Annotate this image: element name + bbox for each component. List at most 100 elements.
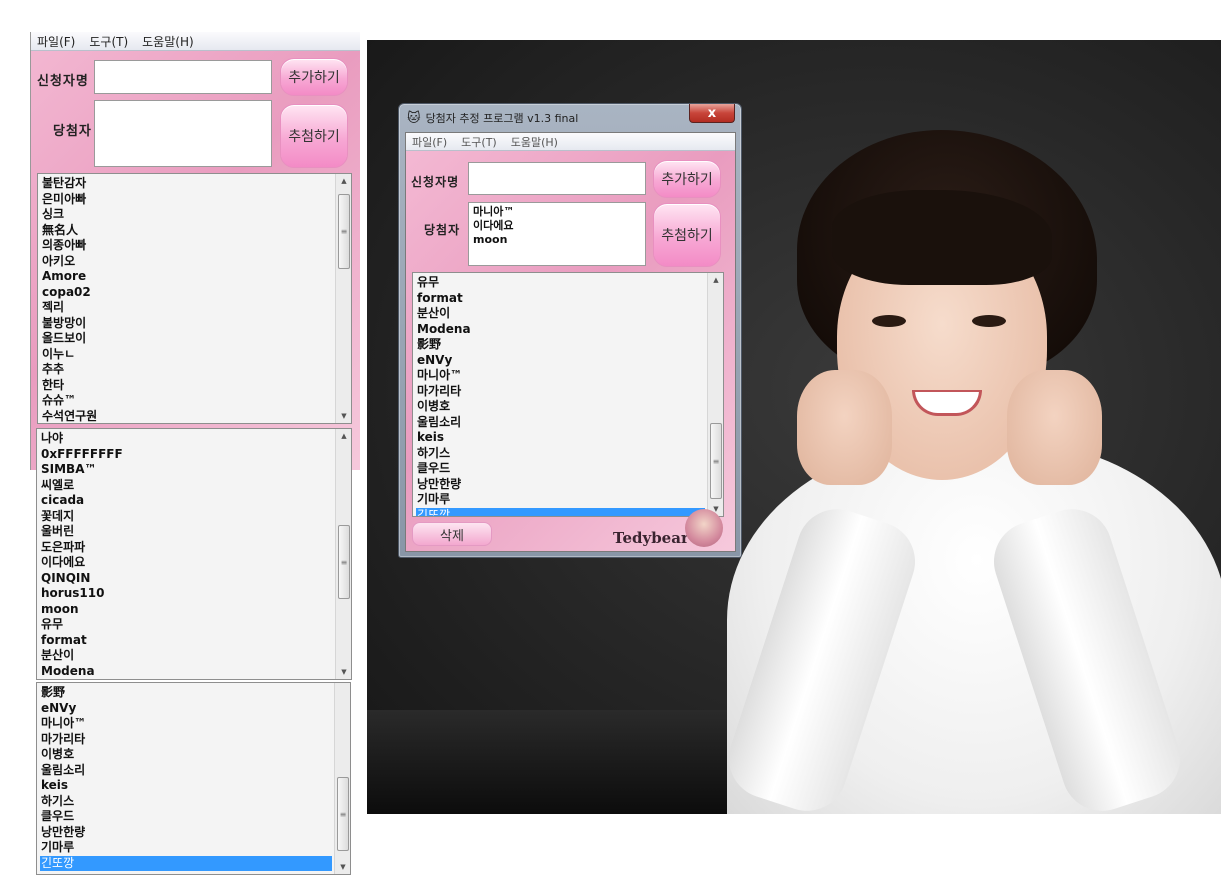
list-item[interactable]: 아키오 bbox=[41, 254, 333, 270]
scroll-down-icon[interactable]: ▼ bbox=[336, 665, 351, 679]
list-item[interactable]: 울림소리 bbox=[416, 415, 705, 431]
list-item[interactable]: 마가리타 bbox=[416, 384, 705, 400]
list-item[interactable]: 기마루 bbox=[40, 840, 332, 856]
list-item[interactable]: cicada bbox=[40, 493, 333, 509]
list-item[interactable]: keis bbox=[416, 430, 705, 446]
left-eye bbox=[872, 315, 906, 327]
list-item[interactable]: 낭만한량 bbox=[416, 477, 705, 493]
window-title: 당첨자 추정 프로그램 v1.3 final bbox=[425, 112, 579, 125]
list-item[interactable]: 마니아™ bbox=[416, 368, 705, 384]
menu-file[interactable]: 파일(F) bbox=[412, 134, 447, 150]
list-item[interactable]: 0xFFFFFFFF bbox=[40, 447, 333, 463]
applicant-list-1[interactable]: 불탄감자 은미아빠 싱크 無名人 의종아빠 아키오 Amore copa02 젝리 불방망이 올드보… bbox=[37, 173, 352, 424]
list-item[interactable]: Modena bbox=[416, 322, 705, 338]
list-item[interactable]: 影野 bbox=[416, 337, 705, 353]
scrollbar[interactable]: ≡ ▼ bbox=[334, 683, 350, 874]
scroll-up-icon[interactable]: ▲ bbox=[708, 273, 723, 287]
list-item[interactable]: 클우드 bbox=[416, 461, 705, 477]
list-item[interactable]: 슈슈™ bbox=[41, 393, 333, 409]
list-item[interactable]: SIMBA™ bbox=[40, 462, 333, 478]
scroll-down-icon[interactable]: ▼ bbox=[335, 860, 350, 874]
menu-help[interactable]: 도움말(H) bbox=[142, 33, 194, 50]
list-item[interactable]: 씨엘로 bbox=[40, 478, 333, 494]
list-item[interactable]: format bbox=[40, 633, 333, 649]
list-item[interactable]: 의종아빠 bbox=[41, 238, 333, 254]
list-item[interactable]: 싱크 bbox=[41, 207, 333, 223]
list-item[interactable]: 낭만한량 bbox=[40, 825, 332, 841]
add-button[interactable]: 추가하기 bbox=[280, 58, 348, 96]
scroll-thumb[interactable]: ≡ bbox=[338, 525, 350, 599]
menu-tools[interactable]: 도구(T) bbox=[89, 33, 128, 50]
list-item[interactable]: 마니아™ bbox=[40, 716, 332, 732]
list-item[interactable]: 클우드 bbox=[40, 809, 332, 825]
scroll-thumb[interactable]: ≡ bbox=[337, 777, 349, 851]
list-item[interactable]: Modena bbox=[40, 664, 333, 680]
list-item[interactable]: 긴또깡 bbox=[40, 855, 332, 871]
list-item[interactable]: 분산이 bbox=[40, 648, 333, 664]
list-item[interactable]: 울버린 bbox=[40, 524, 333, 540]
list-item[interactable]: 불방망이 bbox=[41, 316, 333, 332]
list-item[interactable]: 꽃데지 bbox=[40, 509, 333, 525]
list-item[interactable]: 한타 bbox=[41, 378, 333, 394]
list-item[interactable]: format bbox=[416, 291, 705, 307]
applicant-input[interactable] bbox=[468, 162, 646, 195]
list-item[interactable]: 이다에요 bbox=[40, 555, 333, 571]
menu-file[interactable]: 파일(F) bbox=[37, 33, 75, 50]
scroll-thumb[interactable]: ≡ bbox=[710, 423, 722, 499]
add-button[interactable]: 추가하기 bbox=[653, 160, 721, 198]
list-item[interactable]: 마가리타 bbox=[40, 732, 332, 748]
list-item[interactable]: 나야 bbox=[40, 431, 333, 447]
scrollbar[interactable]: ▲ ≡ ▼ bbox=[335, 429, 351, 679]
list-item[interactable]: copa02 bbox=[41, 285, 333, 301]
applicant-input[interactable] bbox=[94, 60, 272, 94]
menu-help[interactable]: 도움말(H) bbox=[511, 134, 558, 150]
list-item[interactable]: 이병호 bbox=[40, 747, 332, 763]
list-items: 影野 eNVy 마니아™ 마가리타 이병호 울림소리 keis 하기스 클우드 낭만한량 기마루 긴또… bbox=[40, 685, 332, 871]
scroll-up-icon[interactable]: ▲ bbox=[336, 174, 351, 188]
list-item[interactable]: Amore bbox=[41, 269, 333, 285]
list-item[interactable]: 이누ㄴ bbox=[41, 347, 333, 363]
list-item[interactable]: 젝리 bbox=[41, 300, 333, 316]
delete-button[interactable]: 삭제 bbox=[412, 522, 492, 546]
menu-tools[interactable]: 도구(T) bbox=[461, 134, 497, 150]
list-item[interactable]: horus110 bbox=[40, 586, 333, 602]
list-item[interactable]: 도은파파 bbox=[40, 540, 333, 556]
applicant-list-2[interactable]: 나야 0xFFFFFFFF SIMBA™ 씨엘로 cicada 꽃데지 울버린 도은파파 이다에… bbox=[36, 428, 352, 680]
list-item[interactable]: 수석연구원 bbox=[41, 409, 333, 424]
applicant-list-3[interactable]: 影野 eNVy 마니아™ 마가리타 이병호 울림소리 keis 하기스 클우드 낭만한량 기마루 긴또… bbox=[36, 682, 351, 875]
scroll-up-icon[interactable]: ▲ bbox=[336, 429, 351, 443]
list-item[interactable]: 하기스 bbox=[40, 794, 332, 810]
list-item[interactable]: 올드보이 bbox=[41, 331, 333, 347]
menubar: 파일(F) 도구(T) 도움말(H) bbox=[31, 32, 360, 51]
list-item[interactable]: eNVy bbox=[40, 701, 332, 717]
list-item[interactable]: QINQIN bbox=[40, 571, 333, 587]
list-item[interactable]: 無名人 bbox=[41, 223, 333, 239]
list-item[interactable]: 유무 bbox=[416, 275, 705, 291]
list-item[interactable]: moon bbox=[40, 602, 333, 618]
list-item[interactable]: 影野 bbox=[40, 685, 332, 701]
list-item[interactable]: 유무 bbox=[40, 617, 333, 633]
draw-button[interactable]: 추첨하기 bbox=[653, 203, 721, 267]
list-item[interactable]: 불탄감자 bbox=[41, 176, 333, 192]
list-item[interactable]: 하기스 bbox=[416, 446, 705, 462]
list-items: 나야 0xFFFFFFFF SIMBA™ 씨엘로 cicada 꽃데지 울버린 도은파파 이다에… bbox=[40, 431, 333, 679]
list-item[interactable]: 은미아빠 bbox=[41, 192, 333, 208]
list-item[interactable]: 분산이 bbox=[416, 306, 705, 322]
list-item[interactable]: 추추 bbox=[41, 362, 333, 378]
applicant-list[interactable]: 유무 format 분산이 Modena 影野 eNVy 마니아™ 마가리타 이병호 울림소리 ke… bbox=[412, 272, 724, 517]
scrollbar[interactable]: ▲ ≡ ▼ bbox=[335, 174, 351, 423]
scroll-down-icon[interactable]: ▼ bbox=[336, 409, 351, 423]
draw-button[interactable]: 추첨하기 bbox=[280, 104, 348, 168]
winner-name: moon bbox=[473, 233, 508, 246]
list-item[interactable]: 기마루 bbox=[416, 492, 705, 508]
close-button[interactable]: x bbox=[689, 104, 735, 123]
right-eye bbox=[972, 315, 1006, 327]
scroll-thumb[interactable]: ≡ bbox=[338, 194, 350, 269]
scrollbar[interactable]: ▲ ≡ ▼ bbox=[707, 273, 723, 516]
list-item[interactable]: 울림소리 bbox=[40, 763, 332, 779]
list-item[interactable]: 이병호 bbox=[416, 399, 705, 415]
list-item[interactable]: eNVy bbox=[416, 353, 705, 369]
grip-icon: ≡ bbox=[339, 809, 347, 819]
left-hand bbox=[797, 370, 892, 485]
list-item[interactable]: keis bbox=[40, 778, 332, 794]
